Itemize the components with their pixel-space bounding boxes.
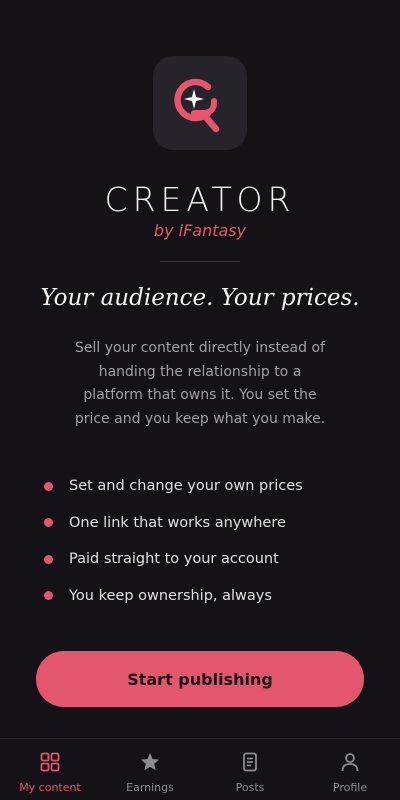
feature-list: Set and change your own prices One link … (44, 468, 303, 614)
start-publishing-button[interactable]: Start publishing (36, 651, 364, 707)
feature-text: Set and change your own prices (69, 478, 303, 495)
bullet-icon (44, 591, 53, 601)
feature-text: You keep ownership, always (69, 587, 272, 604)
feature-text: Paid straight to your account (69, 551, 279, 568)
grid-icon (40, 752, 60, 772)
feature-item: You keep ownership, always (44, 578, 303, 615)
feature-item: Set and change your own prices (44, 468, 303, 505)
tab-label: Earnings (126, 781, 174, 794)
tab-label: Posts (235, 781, 265, 794)
document-icon (243, 752, 257, 772)
bullet-icon (44, 518, 53, 528)
person-icon (341, 753, 359, 772)
brand-name: CREATOR (104, 180, 296, 219)
tab-profile[interactable]: Profile (300, 739, 400, 800)
tagline: Your audience. Your prices. (40, 285, 360, 311)
tab-posts[interactable]: Posts (200, 739, 300, 800)
bullet-icon (44, 481, 53, 491)
tab-label: Profile (332, 781, 368, 794)
divider (160, 261, 240, 262)
app-logo-icon (153, 56, 247, 150)
feature-item: Paid straight to your account (44, 541, 303, 578)
bottom-tab-bar: My content Earnings Posts Profile (0, 738, 400, 800)
star-icon (141, 753, 159, 771)
brand-byline: by iFantasy (153, 221, 247, 240)
tab-label: My content (19, 781, 81, 794)
bullet-icon (44, 554, 53, 564)
tab-my-content[interactable]: My content (0, 739, 100, 800)
description: Sell your content directly instead of ha… (74, 340, 326, 427)
feature-item: One link that works anywhere (44, 505, 303, 542)
welcome-screen: CREATOR by iFantasy Your audience. Your … (0, 0, 400, 800)
feature-text: One link that works anywhere (69, 514, 286, 531)
tab-earnings[interactable]: Earnings (100, 739, 200, 800)
